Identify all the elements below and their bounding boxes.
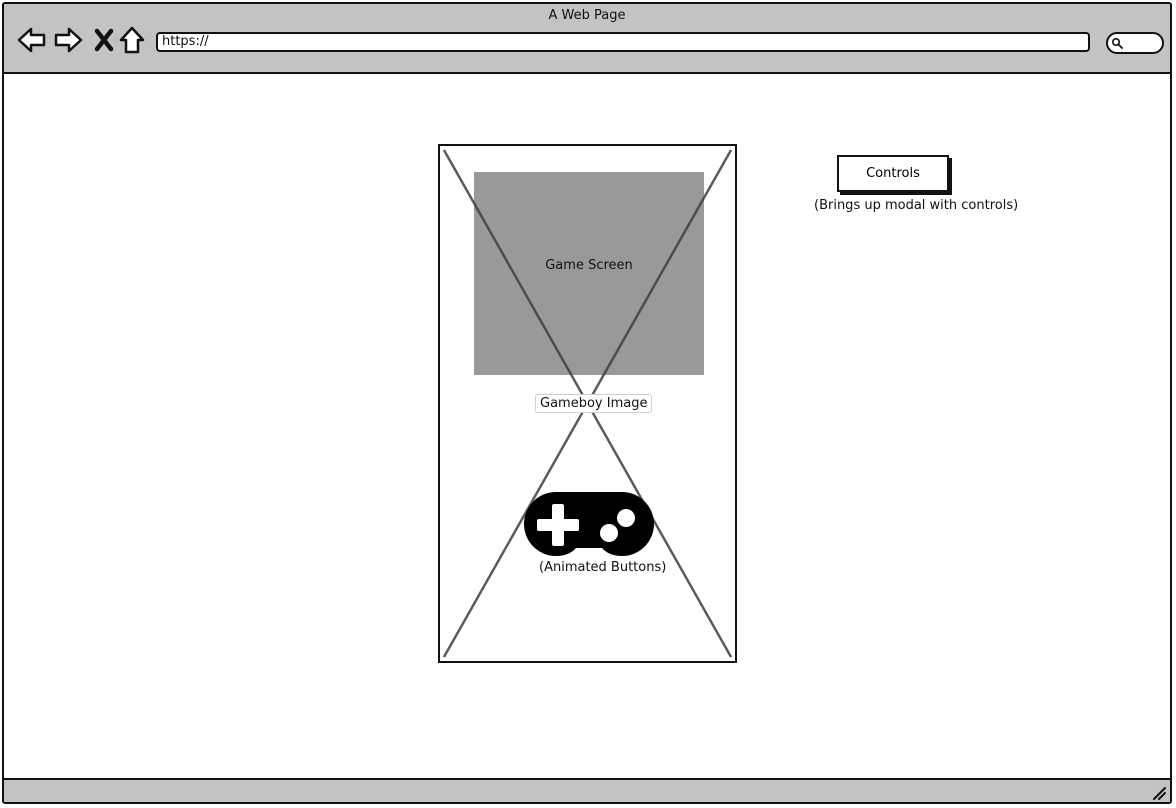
address-bar[interactable]: https://	[156, 32, 1090, 52]
search-button[interactable]	[1106, 32, 1164, 54]
home-button[interactable]	[116, 24, 148, 56]
arrow-right-icon	[54, 27, 83, 53]
animated-buttons-label: (Animated Buttons)	[539, 560, 667, 575]
forward-button[interactable]	[52, 24, 84, 56]
controls-button[interactable]: Controls	[837, 155, 949, 192]
browser-toolbar: A Web Page https://	[4, 4, 1170, 74]
controls-note: (Brings up modal with controls)	[814, 198, 1019, 213]
home-icon	[119, 26, 145, 54]
gameboy-image-label: Gameboy Image	[535, 394, 653, 413]
arrow-left-icon	[17, 27, 46, 53]
search-icon	[1111, 37, 1123, 49]
gameboy-image-placeholder: Game Screen Gameboy Image (Animated Butt…	[438, 144, 737, 663]
window-title: A Web Page	[548, 8, 626, 23]
status-bar	[4, 778, 1170, 802]
resize-grip-icon[interactable]	[1150, 784, 1166, 800]
game-screen-label: Game Screen	[545, 258, 633, 273]
gamepad-icon	[524, 492, 654, 556]
back-button[interactable]	[16, 24, 48, 56]
